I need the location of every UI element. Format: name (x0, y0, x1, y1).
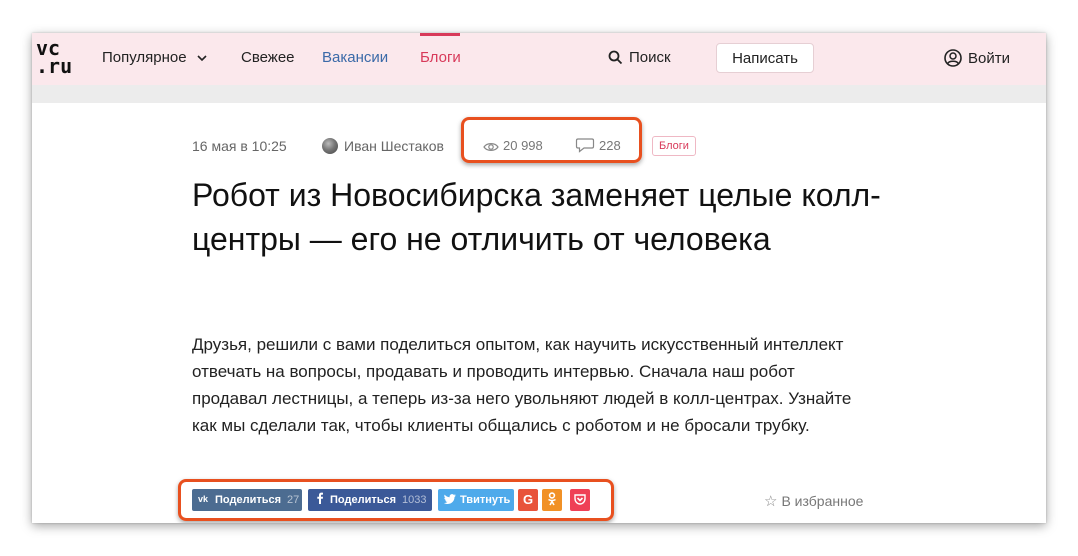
article-title[interactable]: Робот из Новосибирска заменяет целые кол… (192, 173, 892, 261)
vk-share-count: 27 (287, 494, 300, 506)
user-icon (944, 49, 962, 67)
login-button[interactable]: Войти (944, 49, 1010, 68)
pocket-icon (574, 494, 586, 505)
comment-icon (575, 138, 595, 153)
publish-date[interactable]: 16 мая в 10:25 (192, 137, 287, 155)
odnoklassniki-share-button[interactable] (542, 489, 562, 511)
eye-icon (483, 143, 499, 151)
pocket-share-button[interactable] (570, 489, 590, 511)
login-label: Войти (968, 50, 1010, 67)
add-to-favorites-button[interactable]: ☆ В избранное (764, 492, 863, 511)
site-logo[interactable]: vc .ru (36, 38, 76, 79)
author-link[interactable]: Иван Шестаков (322, 137, 444, 155)
search-icon (608, 50, 623, 65)
views-count: 20 998 (503, 138, 543, 153)
browser-viewport: vc .ru Популярное Свежее Вакансии Блоги … (32, 33, 1046, 523)
facebook-share-count: 1033 (402, 494, 427, 506)
nav-popular-label: Популярное (102, 49, 187, 66)
logo-line-2: .ru (36, 54, 73, 78)
facebook-icon (317, 492, 323, 504)
avatar (322, 138, 338, 154)
chevron-down-icon (197, 54, 207, 61)
odnoklassniki-icon (548, 492, 556, 506)
vk-icon: vk (198, 494, 209, 504)
svg-text:vk: vk (198, 494, 209, 503)
vk-share-label: Поделиться (215, 494, 282, 506)
search-button[interactable]: Поиск (608, 49, 671, 67)
nav-vacancies[interactable]: Вакансии (322, 49, 388, 67)
google-share-button[interactable]: G (518, 489, 538, 511)
facebook-share-button[interactable]: Поделиться 1033 (308, 489, 432, 511)
nav-fresh[interactable]: Свежее (241, 49, 295, 67)
header-subbar (32, 85, 1046, 103)
comments-count: 228 (599, 138, 621, 153)
author-name: Иван Шестаков (344, 138, 444, 154)
article-lead: Друзья, решили с вами поделиться опытом,… (192, 335, 852, 435)
star-icon: ☆ (764, 493, 778, 510)
vk-share-button[interactable]: vk Поделиться 27 (192, 489, 302, 511)
twitter-share-button[interactable]: Твитнуть (438, 489, 514, 511)
nav-popular[interactable]: Популярное (102, 49, 207, 67)
write-button[interactable]: Написать (716, 43, 814, 73)
site-header: vc .ru Популярное Свежее Вакансии Блоги … (32, 33, 1046, 85)
category-tag[interactable]: Блоги (652, 136, 696, 156)
google-icon: G (522, 492, 534, 507)
comments-link[interactable]: 228 (575, 137, 621, 155)
nav-blogs[interactable]: Блоги (420, 49, 461, 67)
favorites-label: В избранное (781, 493, 864, 509)
facebook-share-label: Поделиться (330, 494, 397, 506)
twitter-share-label: Твитнуть (460, 494, 511, 506)
twitter-icon (444, 494, 456, 504)
views-counter: 20 998 (483, 137, 543, 155)
search-label: Поиск (629, 49, 671, 66)
active-nav-indicator (420, 33, 460, 36)
